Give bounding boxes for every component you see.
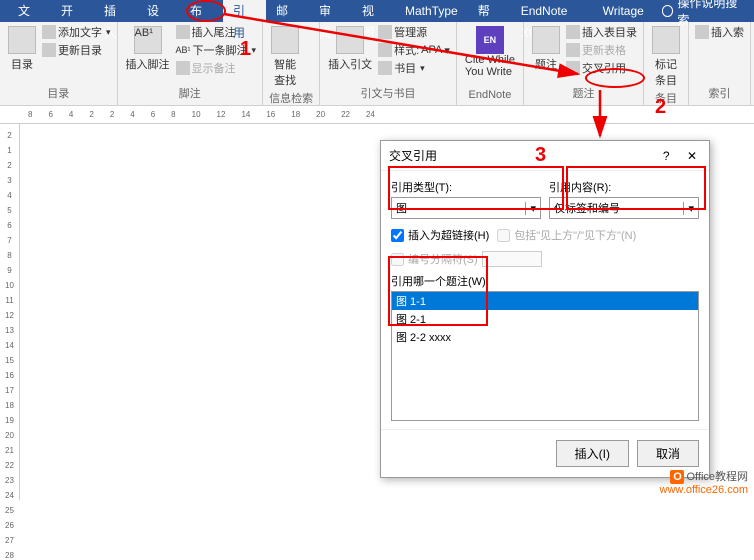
cross-reference-dialog: 交叉引用 ? ✕ 引用类型(T): 图▾ 引用内容(R): 仅标签和编号▾ 插入… bbox=[380, 140, 710, 478]
list-item[interactable]: 图 1-1 bbox=[392, 292, 698, 310]
endnote-icon bbox=[176, 25, 190, 39]
insert-button[interactable]: 插入(I) bbox=[556, 440, 629, 467]
caption-listbox[interactable]: 图 1-1 图 2-1 图 2-2 xxxx bbox=[391, 291, 699, 421]
bibliography-icon bbox=[378, 61, 392, 75]
group-label-footnotes: 脚注 bbox=[124, 85, 257, 103]
group-citations: 插入引文 管理源 样式: APA ▾ 书目 引文与书目 bbox=[320, 22, 457, 105]
tab-design[interactable]: 设计 bbox=[137, 0, 180, 22]
hyperlink-label: 插入为超链接(H) bbox=[408, 227, 489, 243]
tab-endnote[interactable]: EndNote X9 bbox=[511, 0, 593, 22]
group-label-index: 索引 bbox=[695, 85, 744, 103]
reference-type-combo[interactable]: 图▾ bbox=[391, 197, 541, 219]
endnote-cite-button[interactable]: ENCite While You Write bbox=[463, 24, 517, 80]
group-toc: 目录 添加文字 更新目录 目录 bbox=[0, 22, 118, 105]
add-text-button[interactable]: 添加文字 bbox=[42, 24, 111, 40]
update-icon bbox=[42, 43, 56, 57]
tab-mathtype[interactable]: MathType bbox=[395, 0, 468, 22]
cross-reference-button[interactable]: 交叉引用 bbox=[566, 60, 637, 76]
show-notes-button[interactable]: 显示备注 bbox=[176, 60, 257, 76]
insert-index-button[interactable]: 插入索 bbox=[695, 24, 744, 40]
next-footnote-button[interactable]: AB¹下一条脚注 bbox=[176, 42, 257, 58]
chevron-down-icon: ▾ bbox=[683, 202, 694, 215]
separator-label: 编号分隔符(S) bbox=[408, 251, 478, 267]
tab-review[interactable]: 审阅 bbox=[309, 0, 352, 22]
manage-sources-button[interactable]: 管理源 bbox=[378, 24, 450, 40]
reference-content-combo[interactable]: 仅标签和编号▾ bbox=[549, 197, 699, 219]
tab-writage[interactable]: Writage bbox=[593, 0, 654, 22]
insert-footnote-button[interactable]: AB¹插入脚注 bbox=[124, 24, 172, 74]
tab-references[interactable]: 引用 bbox=[223, 0, 266, 22]
include-above-label: 包括"见上方"/"见下方"(N) bbox=[514, 227, 636, 243]
which-caption-label: 引用哪一个题注(W): bbox=[391, 273, 699, 289]
mark-entry-button[interactable]: 标记 条目 bbox=[650, 24, 682, 90]
include-above-checkbox bbox=[497, 229, 510, 242]
group-index: 插入索 索引 bbox=[689, 22, 751, 105]
table-figures-icon bbox=[566, 25, 580, 39]
list-item[interactable]: 图 2-2 xxxx bbox=[392, 328, 698, 346]
dialog-titlebar: 交叉引用 ? ✕ bbox=[381, 141, 709, 171]
group-footnotes: AB¹插入脚注 插入尾注 AB¹下一条脚注 显示备注 脚注 bbox=[118, 22, 264, 105]
mark-entry-icon bbox=[652, 26, 680, 54]
group-captions: 题注 插入表目录 更新表格 交叉引用 题注 bbox=[524, 22, 644, 105]
insert-table-figures-button[interactable]: 插入表目录 bbox=[566, 24, 637, 40]
vertical-ruler[interactable]: 2123456789101112131415161718192021222324… bbox=[0, 124, 20, 500]
add-text-icon bbox=[42, 25, 56, 39]
hyperlink-checkbox[interactable] bbox=[391, 229, 404, 242]
toc-button[interactable]: 目录 bbox=[6, 24, 38, 74]
reference-type-label: 引用类型(T): bbox=[391, 179, 541, 195]
separator-input bbox=[482, 251, 542, 267]
insert-index-icon bbox=[695, 25, 709, 39]
style-dropdown[interactable]: 样式: APA ▾ bbox=[378, 42, 450, 58]
insert-caption-button[interactable]: 题注 bbox=[530, 24, 562, 74]
group-label-research: 信息检索 bbox=[269, 90, 313, 108]
watermark: OOffice教程网 www.office26.com bbox=[660, 468, 748, 496]
citation-icon bbox=[336, 26, 364, 54]
group-label-captions: 题注 bbox=[530, 85, 637, 103]
show-notes-icon bbox=[176, 61, 190, 75]
ribbon: 目录 添加文字 更新目录 目录 AB¹插入脚注 插入尾注 AB¹下一条脚注 显示… bbox=[0, 22, 754, 106]
tab-file[interactable]: 文件 bbox=[8, 0, 51, 22]
tab-home[interactable]: 开始 bbox=[51, 0, 94, 22]
bibliography-button[interactable]: 书目 bbox=[378, 60, 450, 76]
toc-icon bbox=[8, 26, 36, 54]
tab-view[interactable]: 视图 bbox=[352, 0, 395, 22]
update-table-button[interactable]: 更新表格 bbox=[566, 42, 637, 58]
group-label-endnote: EndNote bbox=[463, 89, 517, 103]
caption-icon bbox=[532, 26, 560, 54]
endnote-en-icon: EN bbox=[476, 26, 504, 54]
group-label-bookmark: 条目 bbox=[650, 90, 682, 108]
dialog-close-button[interactable]: ✕ bbox=[683, 149, 701, 163]
dialog-help-button[interactable]: ? bbox=[663, 149, 670, 163]
style-icon bbox=[378, 43, 392, 57]
group-label-toc: 目录 bbox=[6, 85, 111, 103]
dialog-title-text: 交叉引用 bbox=[389, 147, 437, 164]
cancel-button[interactable]: 取消 bbox=[637, 440, 699, 467]
reference-content-label: 引用内容(R): bbox=[549, 179, 699, 195]
smart-lookup-button[interactable]: 智能 查找 bbox=[269, 24, 301, 90]
manage-sources-icon bbox=[378, 25, 392, 39]
group-research: 智能 查找 信息检索 bbox=[263, 22, 320, 105]
update-toc-button[interactable]: 更新目录 bbox=[42, 42, 111, 58]
tab-mailings[interactable]: 邮件 bbox=[266, 0, 309, 22]
group-bookmark: 标记 条目 条目 bbox=[644, 22, 689, 105]
smart-lookup-icon bbox=[271, 26, 299, 54]
tab-insert[interactable]: 插入 bbox=[94, 0, 137, 22]
tab-layout[interactable]: 布局 bbox=[180, 0, 223, 22]
separator-checkbox bbox=[391, 253, 404, 266]
horizontal-ruler[interactable]: 864224681012141618202224 bbox=[0, 106, 754, 124]
cross-ref-icon bbox=[566, 61, 580, 75]
tab-help[interactable]: 帮助 bbox=[468, 0, 511, 22]
footnote-icon: AB¹ bbox=[134, 26, 162, 54]
insert-endnote-button[interactable]: 插入尾注 bbox=[176, 24, 257, 40]
group-endnote: ENCite While You Write EndNote bbox=[457, 22, 524, 105]
ribbon-tabs: 文件 开始 插入 设计 布局 引用 邮件 审阅 视图 MathType 帮助 E… bbox=[0, 0, 754, 22]
insert-citation-button[interactable]: 插入引文 bbox=[326, 24, 374, 74]
group-label-citations: 引文与书目 bbox=[326, 85, 450, 103]
watermark-icon: O bbox=[670, 470, 684, 484]
lightbulb-icon bbox=[662, 5, 674, 17]
chevron-down-icon: ▾ bbox=[525, 202, 536, 215]
list-item[interactable]: 图 2-1 bbox=[392, 310, 698, 328]
update-table-icon bbox=[566, 43, 580, 57]
